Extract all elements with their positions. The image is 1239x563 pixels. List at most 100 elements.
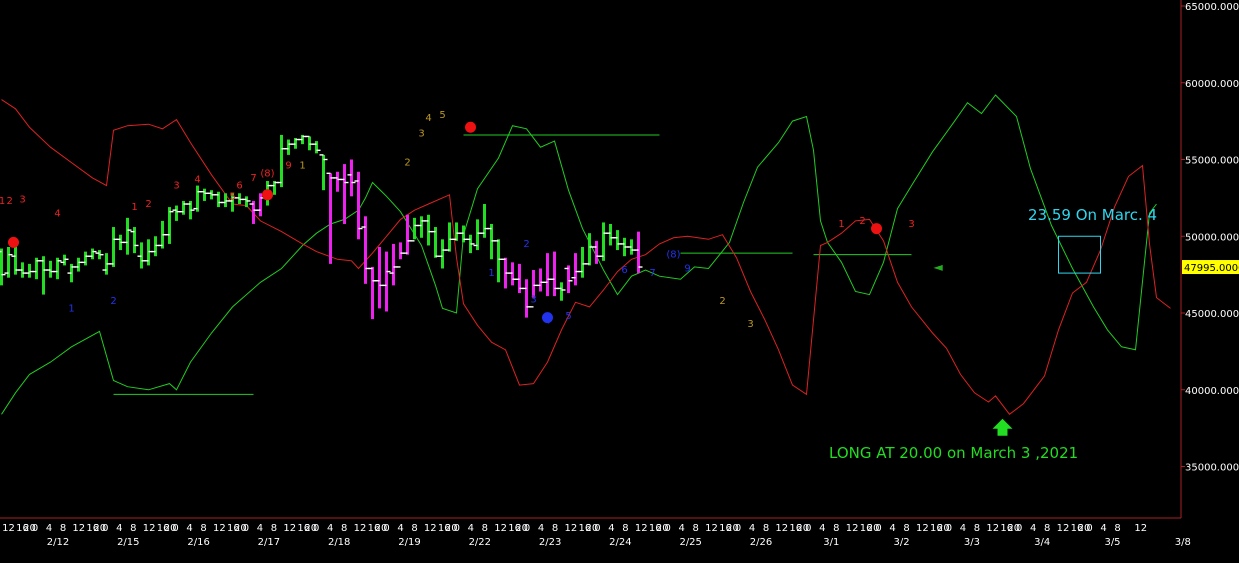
date-tick-label: 2/18 [328,537,350,548]
price-bar [123,217,132,255]
hour-tick-label: 8 [622,523,628,534]
sell-signal-dot [465,121,476,133]
price-bar-range [28,263,31,278]
price-bar [193,185,202,212]
price-bar-range [378,246,381,309]
sell-signal-dot [8,236,19,248]
hour-tick-label: 12 [72,523,85,534]
date-tick-label: 2/17 [258,537,280,548]
price-bar [207,190,216,200]
price-bar [473,219,482,251]
price-bar [333,171,342,192]
date-tick-label: 3/3 [964,537,980,548]
sell-signal-dot [262,189,273,201]
count-label: 1 [131,202,137,213]
count-label: 4 [425,113,431,124]
price-bar [375,246,384,309]
price-bar-range [385,251,388,312]
price-bar [88,248,97,260]
price-bar [564,265,573,294]
date-tick-label: 3/2 [894,537,910,548]
price-bar [312,141,321,154]
price-bar-range [497,239,500,283]
hour-tick-label: 4 [679,523,685,534]
price-bar-range [455,222,458,241]
price-bar [599,222,608,261]
price-bar-range [126,217,129,255]
price-bar-range [553,251,556,297]
count-label: 7 [250,173,256,184]
price-bar [214,191,223,208]
hour-tick-label: 4 [327,523,333,534]
price-bar-range [42,256,45,295]
count-labels: 1234121234567(8)9123451234567(8)923123 [0,110,915,330]
price-bar-range [308,136,311,151]
price-bar-range [217,191,220,208]
hour-tick-label: 8 [200,523,206,534]
hour-tick-label: 12 [283,523,296,534]
price-bar-range [224,193,227,208]
price-bar-range [343,164,346,224]
price-bar [144,239,153,266]
hour-tick-label: 4 [1030,523,1036,534]
last-price-label: 47995.0000 [1184,263,1239,274]
hour-tick-label: 12 [1134,523,1147,534]
date-tick-label: 2/24 [609,537,631,548]
count-label: 1 [0,196,5,207]
price-bar [368,266,377,320]
count-label: (8) [260,168,274,179]
count-label: 5 [229,191,235,202]
price-bar-range [0,248,3,286]
forecast-box [1058,235,1101,274]
price-bar [130,227,139,254]
hour-tick-label: 8 [411,523,417,534]
hour-tick-label: 4 [116,523,122,534]
price-bar [39,256,48,295]
hour-tick-label: 4 [257,523,263,534]
price-bar [116,234,125,251]
price-tick-label: 55000.0000 [1185,156,1239,167]
hour-tick-label: 4 [1100,523,1106,534]
hour-tick-label: 0 [524,523,530,534]
price-bar-range [595,240,598,264]
price-bar [634,231,643,274]
price-bar-range [175,205,178,221]
count-label: 6 [621,265,627,276]
price-bar [235,193,244,205]
count-label: 3 [418,128,424,139]
price-bar [571,253,580,286]
price-bar-range [182,200,185,215]
price-bar [466,234,475,254]
hour-tick-label: 12 [705,523,718,534]
price-bar [340,164,349,224]
price-bar-range [329,173,332,264]
price-bar [172,205,181,221]
price-bar-range [602,222,605,261]
price-bar-range [413,217,416,240]
count-label: 2 [7,196,13,207]
date-tick-label: 3/5 [1104,537,1120,548]
price-bar-range [196,185,199,212]
hour-tick-label: 12 [2,523,15,534]
time-axis: 12 16200 4 82/1212 16200 4 82/1512 16200 4 82/161… [0,517,1191,548]
price-bar [620,237,629,257]
count-label: 2 [145,199,151,210]
hour-tick-label: 0 [805,523,811,534]
price-bar [592,240,601,264]
count-label: (8) [666,250,680,261]
price-bar [319,154,328,191]
price-chart: 1234121234567(8)9123451234567(8)923123 ◄… [0,0,1239,548]
price-bar [18,262,27,278]
count-label: 3 [908,219,914,230]
date-tick-label: 2/23 [539,537,561,548]
price-bar [32,257,41,280]
date-tick-label: 3/4 [1034,537,1050,548]
price-tick-label: 60000.0000 [1185,79,1239,90]
count-label: 3 [173,181,179,192]
price-bar [494,239,503,283]
date-tick-label: 2/26 [750,537,772,548]
count-label: 5 [439,110,445,121]
price-bar [186,200,195,220]
hour-tick-label: 4 [608,523,614,534]
price-bar-range [539,268,542,292]
